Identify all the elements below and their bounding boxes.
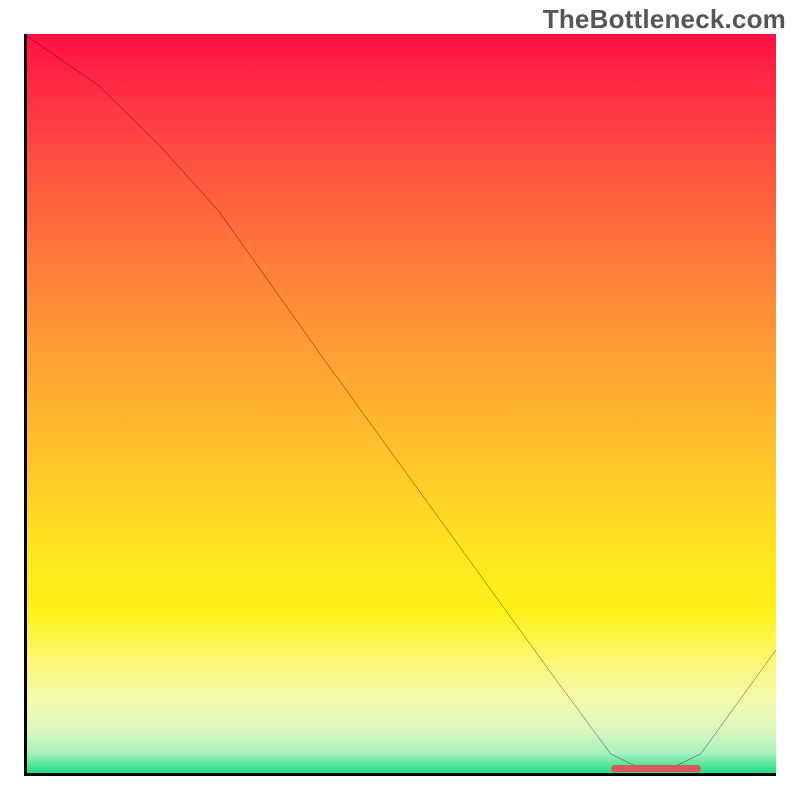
plot-area bbox=[24, 34, 776, 776]
chart-frame: TheBottleneck.com bbox=[0, 0, 800, 800]
optimal-range-marker bbox=[611, 765, 701, 772]
watermark-text: TheBottleneck.com bbox=[543, 4, 786, 35]
bottleneck-curve bbox=[24, 34, 776, 776]
